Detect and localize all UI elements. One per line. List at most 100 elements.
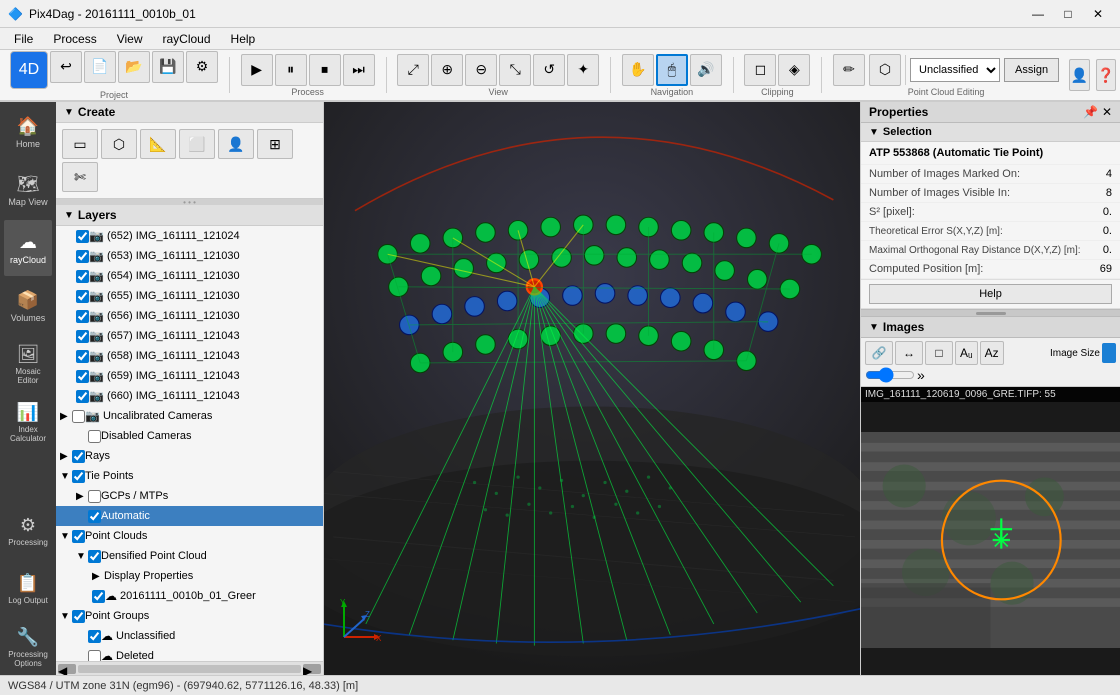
menu-file[interactable]: File (4, 30, 43, 48)
images-collapse-arrow[interactable]: ▼ (869, 322, 879, 333)
create-header[interactable]: ▼ Create (56, 102, 323, 123)
tb-audio[interactable]: 🔊 (690, 54, 722, 86)
hscroll-track[interactable] (78, 665, 301, 673)
create-box[interactable]: ⬜ (179, 129, 215, 159)
layer-automatic[interactable]: ▶ Automatic (56, 506, 323, 526)
layer-img3[interactable]: 📷 (654) IMG_161111_121030 (56, 266, 323, 286)
layer-img1-checkbox[interactable] (76, 230, 89, 243)
layer-img8[interactable]: 📷 (659) IMG_161111_121043 (56, 366, 323, 386)
layer-img5[interactable]: 📷 (656) IMG_161111_121030 (56, 306, 323, 326)
scroll-left-btn[interactable]: ◀ (58, 664, 76, 674)
tb-zoomin[interactable]: ⊕ (431, 54, 463, 86)
img-tb-auto[interactable]: Aᵤ (955, 341, 978, 365)
tb-pce-polygon[interactable]: ⬡ (869, 54, 901, 86)
tb-user[interactable]: 👤 (1069, 59, 1089, 91)
maximize-button[interactable]: □ (1054, 4, 1082, 24)
tb-clip-box[interactable]: ◻ (744, 54, 776, 86)
layer-img2-checkbox[interactable] (76, 250, 89, 263)
create-person[interactable]: 👤 (218, 129, 254, 159)
tb-save[interactable]: 💾 (152, 51, 184, 83)
create-grid[interactable]: ⊞ (257, 129, 293, 159)
tb-process4[interactable]: ⏭ (343, 54, 375, 86)
layer-img4-checkbox[interactable] (76, 290, 89, 303)
layer-unclassified[interactable]: ▶ ☁ Unclassified (56, 626, 323, 646)
uncalibrated-expand[interactable]: ▶ (60, 411, 72, 422)
create-rectangle[interactable]: ▭ (62, 129, 98, 159)
menu-process[interactable]: Process (43, 30, 106, 48)
assign-button[interactable]: Assign (1004, 58, 1059, 82)
props-images-splitter[interactable] (861, 309, 1120, 317)
layer-img5-checkbox[interactable] (76, 310, 89, 323)
nav-volumes[interactable]: 📦 Volumes (4, 278, 52, 334)
layer-tiepoints[interactable]: ▼ Tie Points (56, 466, 323, 486)
img-tb-link[interactable]: 🔗 (865, 341, 893, 365)
layer-disabled-checkbox[interactable] (88, 430, 101, 443)
close-button[interactable]: ✕ (1084, 4, 1112, 24)
layer-gcps[interactable]: ▶ GCPs / MTPs (56, 486, 323, 506)
nav-home[interactable]: 🏠 Home (4, 104, 52, 160)
layer-uncalibrated-checkbox[interactable] (72, 410, 85, 423)
layers-scroll[interactable]: 📷 (652) IMG_161111_121024 📷 (653) IMG_16… (56, 226, 323, 661)
layer-rays[interactable]: ▶ Rays (56, 446, 323, 466)
tb-select[interactable]: 🖱 (656, 54, 688, 86)
tb-pce-edit[interactable]: ✏ (833, 54, 865, 86)
minimize-button[interactable]: — (1024, 4, 1052, 24)
3d-view[interactable]: X Y Z (324, 102, 860, 675)
img-tb-select[interactable]: □ (925, 341, 953, 365)
layer-pcfile-checkbox[interactable] (92, 590, 105, 603)
layer-rays-checkbox[interactable] (72, 450, 85, 463)
menu-help[interactable]: Help (221, 30, 266, 48)
tb-open[interactable]: 📂 (118, 51, 150, 83)
properties-close-icon[interactable]: ✕ (1102, 105, 1112, 119)
tb-rotate[interactable]: ↺ (533, 54, 565, 86)
scroll-right-btn[interactable]: ▶ (303, 664, 321, 674)
menu-view[interactable]: View (107, 30, 153, 48)
image-size-slider-thumb[interactable] (1102, 343, 1116, 363)
nav-procoptions[interactable]: 🔧 Processing Options (4, 619, 52, 675)
tb-view1[interactable]: ⤢ (397, 54, 429, 86)
rays-expand[interactable]: ▶ (60, 451, 72, 462)
layer-deleted-checkbox[interactable] (88, 650, 101, 662)
pointgroups-expand[interactable]: ▼ (60, 611, 72, 622)
layer-densified[interactable]: ▼ Densified Point Cloud (56, 546, 323, 566)
displayprops-expand[interactable]: ▶ (92, 571, 104, 582)
img-tb-swap[interactable]: ↔ (895, 341, 923, 365)
layer-deleted[interactable]: ▶ ☁ Deleted (56, 646, 323, 661)
layer-pointgroups[interactable]: ▼ Point Groups (56, 606, 323, 626)
layer-img9[interactable]: 📷 (660) IMG_161111_121043 (56, 386, 323, 406)
image-size-slider[interactable] (865, 368, 915, 382)
layers-hscrollbar[interactable]: ◀ ▶ (56, 661, 323, 675)
layer-pcfile[interactable]: ☁ 20161111_0010b_01_Greer (56, 586, 323, 606)
layer-img3-checkbox[interactable] (76, 270, 89, 283)
tb-pix4d-logo[interactable]: 4D (10, 51, 48, 89)
layer-automatic-checkbox[interactable] (88, 510, 101, 523)
nav-mapview[interactable]: 🗺 Map View (4, 162, 52, 218)
layer-pointclouds[interactable]: ▼ Point Clouds (56, 526, 323, 546)
tb-help-toolbar[interactable]: ❓ (1096, 59, 1116, 91)
classification-dropdown[interactable]: Unclassified Ground Building Vegetation (910, 58, 1000, 82)
layer-img2[interactable]: 📷 (653) IMG_161111_121030 (56, 246, 323, 266)
tb-center[interactable]: ✦ (567, 54, 599, 86)
nav-processing[interactable]: ⚙ Processing (4, 503, 52, 559)
tb-new[interactable]: 📄 (84, 51, 116, 83)
tb-process3[interactable]: ⏹ (309, 54, 341, 86)
tb-process1[interactable]: ▶ (241, 54, 273, 86)
help-button[interactable]: Help (869, 284, 1112, 304)
tb-zoomextent[interactable]: ⤡ (499, 54, 531, 86)
layer-img7-checkbox[interactable] (76, 350, 89, 363)
create-angle[interactable]: 📐 (140, 129, 176, 159)
layer-tiepoints-checkbox[interactable] (72, 470, 85, 483)
images-expand-icon[interactable]: » (917, 367, 925, 383)
layer-disabled[interactable]: ▶ Disabled Cameras (56, 426, 323, 446)
properties-pin-icon[interactable]: 📌 (1083, 105, 1098, 119)
layer-pointgroups-checkbox[interactable] (72, 610, 85, 623)
densified-expand[interactable]: ▼ (76, 551, 88, 562)
menu-raycloud[interactable]: rayCloud (153, 30, 221, 48)
layer-img6[interactable]: 📷 (657) IMG_161111_121043 (56, 326, 323, 346)
nav-raycloud[interactable]: ☁ rayCloud (4, 220, 52, 276)
layer-img8-checkbox[interactable] (76, 370, 89, 383)
layers-header[interactable]: ▼ Layers (56, 205, 323, 226)
tb-process2[interactable]: ⏸ (275, 54, 307, 86)
layer-img4[interactable]: 📷 (655) IMG_161111_121030 (56, 286, 323, 306)
layer-pointclouds-checkbox[interactable] (72, 530, 85, 543)
